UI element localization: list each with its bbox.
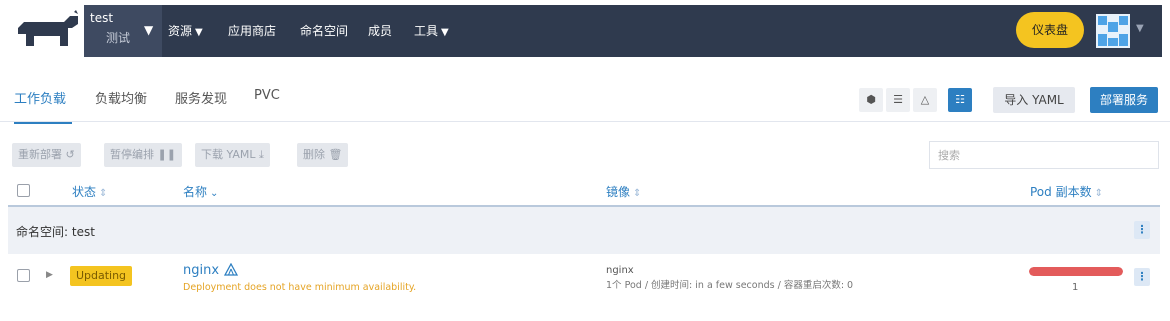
top-bar: test 测试 ▼ 资源 ▼ 应用商店 命名空间 成员 工具 ▼ 仪表盘 ▼: [0, 0, 1170, 62]
pause-icon: ❚❚: [157, 148, 176, 161]
action-label: 删除: [303, 148, 325, 161]
download-icon: ⤓: [259, 148, 264, 161]
refresh-icon: ↺: [65, 148, 75, 161]
active-tab-indicator: [14, 122, 72, 124]
action-label: 暂停编排: [110, 148, 154, 161]
nav-tools[interactable]: 工具 ▼: [414, 22, 449, 39]
column-header-name[interactable]: 名称 ⌄: [183, 183, 218, 200]
workload-name-link[interactable]: nginx: [183, 263, 219, 278]
nav-label: 命名空间: [300, 24, 349, 38]
main-nav: test 测试 ▼ 资源 ▼ 应用商店 命名空间 成员 工具 ▼ 仪表盘 ▼: [84, 5, 1162, 57]
nav-label: 资源: [168, 24, 193, 38]
cluster-project-switcher[interactable]: test 测试 ▼: [84, 5, 162, 57]
nav-resources[interactable]: 资源 ▼: [168, 22, 203, 39]
action-label: 重新部署: [18, 148, 62, 161]
column-header-image[interactable]: 镜像 ⇕: [606, 183, 641, 200]
tree-list-icon[interactable]: ☷: [948, 88, 972, 112]
row-checkbox[interactable]: [17, 269, 30, 282]
tent-icon[interactable]: △: [913, 88, 937, 112]
pod-progress-fill: [1029, 267, 1123, 276]
workload-status-message: Deployment does not have minimum availab…: [183, 282, 417, 293]
action-label: 下载 YAML: [201, 148, 256, 161]
tab-service-discovery[interactable]: 服务发现: [175, 88, 227, 107]
deploy-service-button[interactable]: 部署服务: [1090, 87, 1158, 113]
download-yaml-button[interactable]: 下载 YAML ⤓: [195, 143, 270, 167]
user-avatar[interactable]: [1096, 14, 1130, 48]
sort-icon: ⌄: [210, 188, 219, 199]
namespace-group-label: 命名空间: test: [16, 225, 95, 239]
status-badge: Updating: [70, 266, 132, 286]
project-name: 测试: [106, 31, 131, 45]
dashboard-button[interactable]: 仪表盘: [1016, 12, 1084, 48]
tent-icon: [224, 263, 238, 276]
cube-icon[interactable]: ⬢: [859, 88, 883, 112]
nav-label: 应用商店: [228, 24, 277, 38]
chevron-down-icon: ▼: [441, 27, 449, 38]
tab-workloads[interactable]: 工作负载: [14, 88, 66, 107]
column-label: 镜像: [606, 185, 631, 199]
search-input[interactable]: [929, 141, 1159, 169]
cluster-name: test: [90, 11, 114, 25]
delete-button[interactable]: 删除 🗑: [297, 143, 349, 167]
sort-icon: ⇕: [1094, 188, 1103, 199]
redeploy-button[interactable]: 重新部署 ↺: [12, 143, 81, 167]
nav-label: 工具: [414, 24, 439, 38]
column-label: 状态: [72, 185, 97, 199]
kebab-menu-icon[interactable]: ⋮: [1134, 221, 1150, 239]
image-meta: 1个 Pod / 创建时间: in a few seconds / 容器重启次数…: [606, 280, 854, 291]
nav-app-store[interactable]: 应用商店: [228, 22, 276, 39]
chevron-down-icon[interactable]: ▼: [1136, 23, 1144, 34]
trash-icon: 🗑: [328, 148, 343, 161]
column-header-pod-replicas[interactable]: Pod 副本数 ⇕: [1030, 183, 1103, 200]
import-yaml-button[interactable]: 导入 YAML: [993, 87, 1075, 113]
nav-label: 成员: [368, 24, 393, 38]
nav-members[interactable]: 成员: [368, 22, 392, 39]
pod-progress-bar: [1029, 267, 1123, 276]
tab-pvc[interactable]: PVC: [254, 88, 280, 103]
sort-icon: ⇕: [633, 188, 642, 199]
rancher-logo-icon[interactable]: [8, 8, 84, 54]
pause-orchestration-button[interactable]: 暂停编排 ❚❚: [104, 143, 182, 167]
column-label: Pod 副本数: [1030, 185, 1092, 199]
select-all-checkbox[interactable]: [17, 184, 30, 197]
nav-namespaces[interactable]: 命名空间: [300, 22, 348, 39]
pod-count: 1: [1072, 282, 1079, 293]
chevron-down-icon: ▼: [144, 23, 154, 37]
tab-load-balancing[interactable]: 负载均衡: [95, 88, 147, 107]
chevron-down-icon: ▼: [195, 27, 203, 38]
list-icon[interactable]: ☰: [886, 88, 910, 112]
column-header-status[interactable]: 状态 ⇕: [72, 183, 107, 200]
namespace-group-row: 命名空间: test ⋮: [8, 207, 1160, 254]
column-label: 名称: [183, 185, 208, 199]
kebab-menu-icon[interactable]: ⋮: [1134, 268, 1150, 286]
sort-icon: ⇕: [99, 188, 108, 199]
expand-row-icon[interactable]: ▶: [46, 270, 53, 280]
image-name: nginx: [606, 265, 634, 276]
